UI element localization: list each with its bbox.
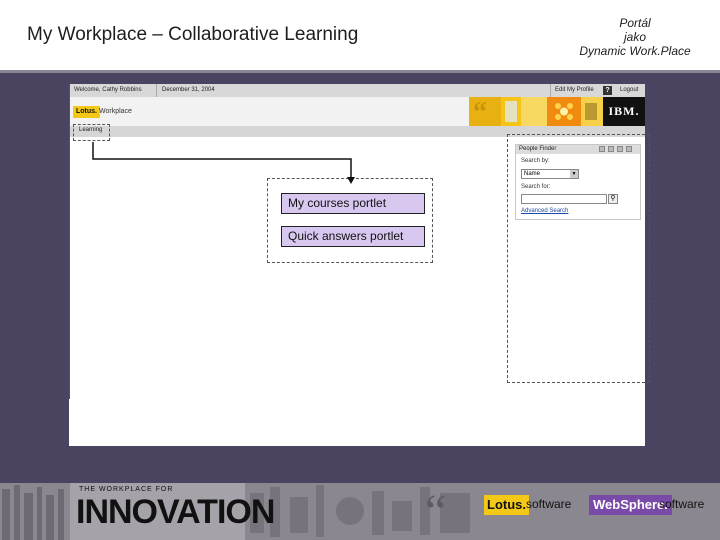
search-by-value: Name (524, 171, 541, 177)
edit-icon[interactable] (617, 146, 623, 152)
advanced-search-link[interactable]: Advanced Search (521, 208, 568, 214)
lotus-brand-logo: Lotus. (484, 495, 529, 515)
search-for-label: Search for: (521, 184, 551, 190)
minimize-icon[interactable] (599, 146, 605, 152)
websphere-software-label: software (659, 497, 705, 511)
svg-text:“: “ (425, 485, 446, 538)
search-icon[interactable]: ⚲ (608, 194, 618, 204)
tagline-small: THE WORKPLACE FOR (79, 486, 174, 493)
people-finder-title-bar: People Finder (516, 145, 640, 154)
search-for-input[interactable] (521, 194, 607, 204)
lotus-software-label: software (526, 497, 572, 511)
innovation-logo: INNOVATION (76, 493, 275, 531)
help-icon[interactable] (626, 146, 632, 152)
people-finder-portlet: People Finder Search by: Name ▼ Search f… (515, 144, 641, 220)
chevron-down-icon: ▼ (570, 170, 578, 178)
search-by-label: Search by: (521, 158, 550, 164)
footer-banner: “ THE WORKPLACE FOR INNOVATION Lotus. so… (0, 483, 720, 540)
my-courses-portlet[interactable]: My courses portlet (281, 193, 425, 214)
people-finder-title: People Finder (519, 146, 557, 152)
search-by-select[interactable]: Name ▼ (521, 169, 579, 179)
quick-answers-portlet[interactable]: Quick answers portlet (281, 226, 425, 247)
maximize-icon[interactable] (608, 146, 614, 152)
connector-arrow-icon (92, 142, 355, 184)
